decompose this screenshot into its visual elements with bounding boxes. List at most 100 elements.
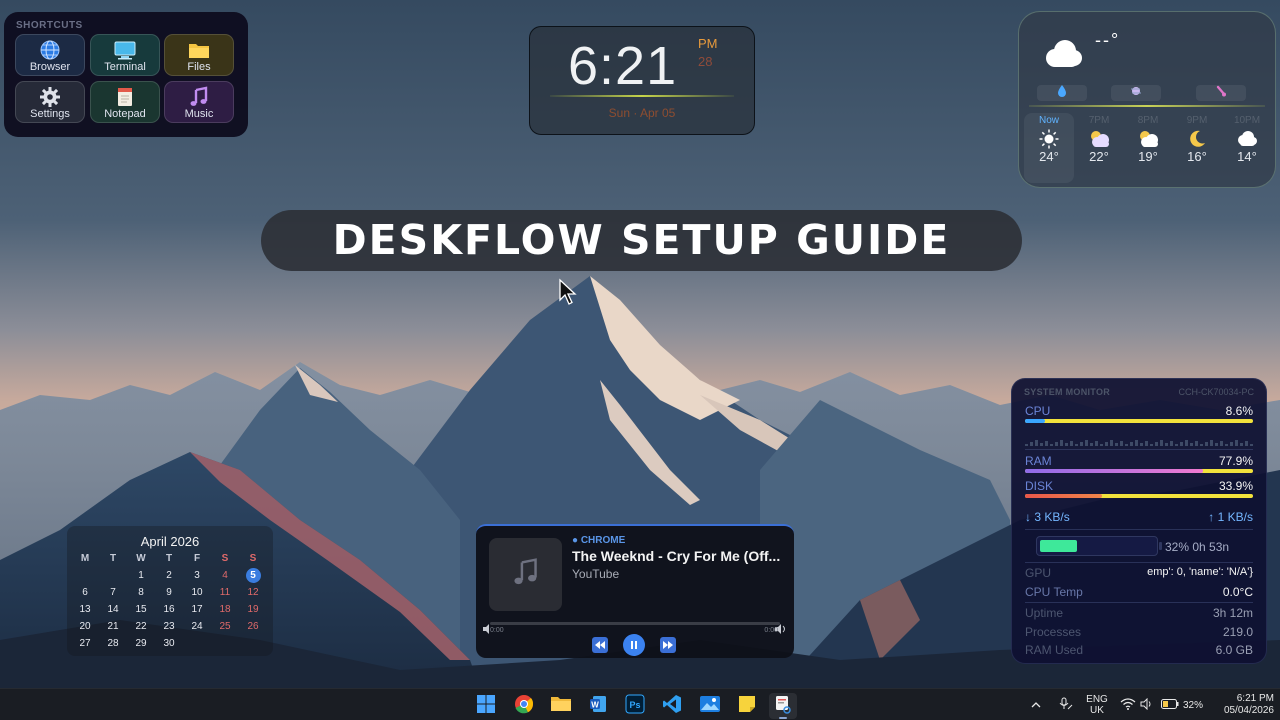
- cpu-history-bar: [1225, 444, 1228, 446]
- shortcut-browser[interactable]: Browser: [15, 34, 85, 76]
- download-rate: 3 KB/s: [1034, 510, 1070, 524]
- calendar-day[interactable]: 11: [211, 584, 239, 601]
- taskbar: W Ps ENG UK 32% 6:21 PM 05/04/2026: [0, 688, 1280, 720]
- cpu-history-bar: [1035, 440, 1038, 446]
- taskbar-photoshop[interactable]: Ps: [621, 693, 649, 719]
- taskbar-sticky-notes[interactable]: [733, 693, 761, 719]
- clock-date: Sun · Apr 05: [608, 106, 676, 120]
- disk-value: 33.9%: [1218, 479, 1253, 493]
- cpu-history-graph: [1025, 440, 1253, 446]
- calendar-day[interactable]: 21: [99, 618, 127, 635]
- shortcut-music[interactable]: Music: [164, 81, 234, 123]
- battery-nub: [1159, 542, 1162, 550]
- calendar-day[interactable]: 30: [155, 635, 183, 652]
- calendar-day[interactable]: 10: [183, 584, 211, 601]
- calendar-day[interactable]: 4: [211, 567, 239, 584]
- calendar-day[interactable]: 17: [183, 601, 211, 618]
- calendar-day[interactable]: 2: [155, 567, 183, 584]
- language-bottom: UK: [1090, 705, 1104, 716]
- battery-status[interactable]: 32%: [1159, 689, 1205, 720]
- taskbar-vscode[interactable]: [658, 693, 686, 719]
- processes-value: 219.0: [1222, 625, 1253, 639]
- cpu-history-bar: [1110, 440, 1113, 446]
- language-indicator[interactable]: ENG UK: [1082, 689, 1112, 720]
- play-pause-button[interactable]: [622, 633, 646, 657]
- feels-like-stat: [1196, 85, 1246, 101]
- calendar-day[interactable]: 26: [239, 618, 267, 635]
- calendar-day[interactable]: 16: [155, 601, 183, 618]
- calendar-day[interactable]: 6: [71, 584, 99, 601]
- disk-label: DISK: [1025, 479, 1054, 493]
- cpu-history-bar: [1155, 442, 1158, 446]
- calendar-day[interactable]: 19: [239, 601, 267, 618]
- calendar-day[interactable]: 13: [71, 601, 99, 618]
- cpu-history-bar: [1080, 442, 1083, 446]
- volume-status[interactable]: [1138, 689, 1156, 720]
- pause-icon: [623, 633, 645, 661]
- taskbar-snipping-tool[interactable]: [769, 693, 797, 719]
- cpu-temp-value: 0.0°C: [1222, 585, 1253, 599]
- calendar-day[interactable]: 20: [71, 618, 99, 635]
- upload-rate: 1 KB/s: [1217, 510, 1253, 524]
- wifi-status[interactable]: [1118, 689, 1138, 720]
- shortcut-settings[interactable]: Settings: [15, 81, 85, 123]
- calendar-day[interactable]: 25: [211, 618, 239, 635]
- next-button[interactable]: [658, 636, 678, 657]
- sun-icon: [1024, 128, 1074, 150]
- cpu-history-bar: [1115, 443, 1118, 446]
- sticky-notes-icon: [737, 694, 757, 719]
- taskbar-chrome[interactable]: [510, 693, 538, 719]
- calendar-day[interactable]: 7: [99, 584, 127, 601]
- shortcut-files[interactable]: Files: [164, 34, 234, 76]
- calendar-day[interactable]: 24: [183, 618, 211, 635]
- calendar-day[interactable]: 18: [211, 601, 239, 618]
- disk-bar: [1025, 494, 1253, 498]
- battery-percent: 32%: [1182, 699, 1203, 711]
- calendar-day[interactable]: 22: [127, 618, 155, 635]
- calendar-day[interactable]: 8: [127, 584, 155, 601]
- shortcut-notepad[interactable]: Notepad: [90, 81, 160, 123]
- cpu-history-bar: [1025, 444, 1028, 446]
- calendar-day[interactable]: 27: [71, 635, 99, 652]
- media-progress-bar[interactable]: [490, 622, 780, 625]
- cpu-history-bar: [1040, 443, 1043, 446]
- clock-widget: 6:21 PM 28 Sun · Apr 05: [529, 26, 755, 135]
- start-button[interactable]: [472, 693, 500, 719]
- calendar-day[interactable]: 29: [127, 635, 155, 652]
- calendar-day[interactable]: 1: [127, 567, 155, 584]
- taskbar-photos[interactable]: [696, 693, 724, 719]
- cpu-history-bar: [1070, 441, 1073, 446]
- battery-bar: [1036, 536, 1158, 556]
- droplet-icon: [1057, 84, 1067, 102]
- show-hidden-icons[interactable]: [1026, 689, 1046, 720]
- previous-button[interactable]: [590, 636, 610, 657]
- shortcut-label: Browser: [29, 61, 71, 73]
- media-title: The Weeknd - Cry For Me (Off...: [572, 548, 781, 564]
- taskbar-clock[interactable]: 6:21 PM 05/04/2026: [1208, 689, 1274, 720]
- shortcut-terminal[interactable]: Terminal: [90, 34, 160, 76]
- forecast-hour: 7PM 22°: [1074, 113, 1124, 183]
- forecast-temp: 19°: [1138, 149, 1158, 164]
- calendar-day[interactable]: 15: [127, 601, 155, 618]
- cpu-temp-label: CPU Temp: [1025, 585, 1083, 599]
- cpu-history-bar: [1220, 441, 1223, 446]
- calendar-weekday: T: [109, 553, 117, 564]
- shortcuts-widget: SHORTCUTS Browser Terminal Files Setting…: [4, 12, 248, 137]
- taskbar-word[interactable]: W: [584, 693, 612, 719]
- calendar-day[interactable]: 23: [155, 618, 183, 635]
- weather-current-temp: --°: [1095, 30, 1121, 50]
- microphone-indicator[interactable]: [1052, 689, 1078, 720]
- system-monitor-widget: SYSTEM MONITOR CCH-CK70034-PC CPU 8.6% R…: [1011, 378, 1267, 664]
- calendar-day[interactable]: 28: [99, 635, 127, 652]
- calendar-day[interactable]: 3: [183, 567, 211, 584]
- photos-icon: [699, 695, 721, 718]
- calendar-day[interactable]: 14: [99, 601, 127, 618]
- calendar-day[interactable]: 5: [239, 567, 267, 584]
- calendar-day[interactable]: 9: [155, 584, 183, 601]
- forecast-hour: 9PM 16°: [1172, 113, 1222, 183]
- cpu-history-bar: [1050, 444, 1053, 446]
- calendar-weekday: T: [165, 553, 173, 564]
- taskbar-file-explorer[interactable]: [547, 693, 575, 719]
- cpu-history-bar: [1205, 442, 1208, 446]
- calendar-day[interactable]: 12: [239, 584, 267, 601]
